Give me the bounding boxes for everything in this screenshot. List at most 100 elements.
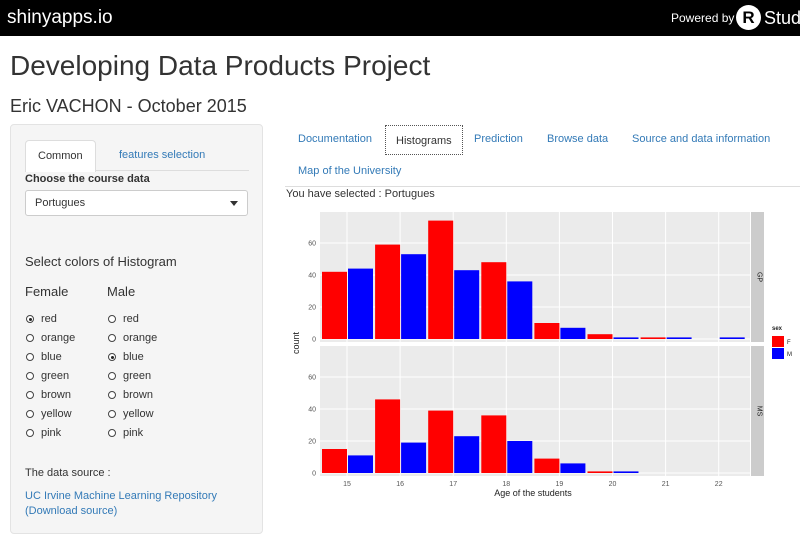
tab-documentation[interactable]: Documentation [298,124,372,154]
radio-label: orange [123,332,158,344]
legend-key-F [772,336,784,347]
data-source-label: The data source : [25,467,111,479]
bar-GP-M-17 [454,270,480,339]
sidebar-panel: Common features selection Choose the cou… [10,124,263,534]
bar-GP-F-20 [587,334,613,339]
female-column-title: Female [25,284,69,299]
top-bar: shinyapps.io Powered by R Studio [0,0,800,36]
radio-label: orange [41,332,76,344]
bar-GP-M-22 [719,337,745,339]
bar-MS-M-18 [507,441,533,473]
radio-label: pink [123,427,144,439]
x-tick-label: 18 [502,481,510,488]
tab-features-selection[interactable]: features selection [107,140,217,171]
radio-label: yellow [41,408,72,420]
chevron-down-icon [230,201,238,206]
radio-label: pink [41,427,62,439]
bar-GP-M-18 [507,281,533,339]
radio-button-icon[interactable] [108,410,116,418]
brand-logo[interactable]: shinyapps.io [7,7,113,29]
radio-button-icon[interactable] [108,334,116,342]
rstudio-logo-text[interactable]: Studio [764,8,800,29]
radio-label: green [41,370,70,382]
bar-GP-F-18 [481,262,507,339]
facet-strip-label: MS [756,406,763,417]
radio-label: green [123,370,152,382]
rstudio-r-logo-icon[interactable]: R [736,5,761,30]
bar-GP-F-19 [534,323,560,339]
x-tick-label: 21 [662,481,670,488]
bar-GP-M-21 [666,337,692,339]
y-tick-label: 60 [308,241,316,248]
bar-GP-F-15 [322,271,347,339]
bar-MS-F-20 [587,471,613,473]
tab-browse-data[interactable]: Browse data [547,124,608,154]
legend-label-M: M [787,352,792,358]
radio-button-icon[interactable] [26,372,34,380]
bar-GP-M-20 [613,337,639,339]
bar-GP-F-16 [375,244,401,339]
powered-by-text: Powered by [671,11,735,25]
radio-button-icon[interactable] [26,429,34,437]
bar-MS-M-16 [401,442,427,473]
download-source-link[interactable]: (Download source) [25,505,117,517]
y-tick-label: 60 [308,375,316,382]
bar-MS-F-16 [375,399,401,473]
y-tick-label: 40 [308,407,316,414]
bar-MS-F-19 [534,458,560,473]
y-tick-label: 20 [308,439,316,446]
uci-repository-link[interactable]: UC Irvine Machine Learning Repository [25,490,217,502]
radio-button-icon[interactable] [26,334,34,342]
bar-GP-M-15 [348,268,373,339]
tab-common[interactable]: Common [25,140,96,172]
tab-prediction[interactable]: Prediction [474,124,523,154]
page-title: Developing Data Products Project [10,50,431,81]
radio-label: brown [41,389,71,401]
radio-label: brown [123,389,153,401]
bar-GP-M-19 [560,327,586,339]
radio-label: blue [41,351,62,363]
tab-histograms[interactable]: Histograms [385,125,463,155]
histogram-colors-title: Select colors of Histogram [25,254,177,269]
radio-button-icon[interactable] [26,410,34,418]
radio-button-icon[interactable] [108,391,116,399]
bar-MS-M-20 [613,471,639,473]
radio-button-icon[interactable] [108,353,116,361]
y-tick-label: 20 [308,305,316,312]
radio-label: yellow [123,408,154,420]
radio-button-icon[interactable] [108,429,116,437]
bar-MS-M-15 [348,455,373,473]
radio-button-icon[interactable] [108,315,116,323]
radio-button-icon[interactable] [26,353,34,361]
x-tick-label: 19 [556,481,564,488]
tab-source-and-data-information[interactable]: Source and data information [632,124,770,154]
page-subtitle: Eric VACHON - October 2015 [10,96,247,116]
bar-GP-F-21 [640,337,666,339]
bar-MS-M-19 [560,463,586,473]
x-tick-label: 16 [396,481,404,488]
course-data-value: Portugues [35,197,86,209]
x-tick-label: 15 [343,481,351,488]
bar-MS-F-15 [322,449,347,473]
age-histogram-chart: 0 20 40 60 GP 0 20 40 60 MS 15 16 17 18 19 20 21 22 Age of… [291,212,792,498]
sidebar-tabs: Common features selection [25,140,249,172]
x-tick-label: 22 [715,481,723,488]
radio-label: red [123,313,139,325]
tab-map-of-the-university[interactable]: Map of the University [298,156,401,186]
radio-label: blue [123,351,144,363]
legend-key-M [772,348,784,359]
y-tick-label: 0 [312,337,316,344]
radio-button-icon[interactable] [108,372,116,380]
course-data-select[interactable]: Portugues [25,190,248,216]
radio-button-icon[interactable] [26,391,34,399]
x-tick-label: 17 [449,481,457,488]
radio-button-icon[interactable] [26,315,34,323]
x-axis-label: Age of the students [494,488,572,498]
tab-divider [285,186,800,187]
bar-MS-F-17 [428,410,454,473]
radio-label: red [41,313,57,325]
bar-GP-F-17 [428,220,454,339]
bar-GP-M-16 [401,254,427,339]
course-data-label: Choose the course data [25,173,150,185]
y-tick-label: 0 [312,471,316,478]
